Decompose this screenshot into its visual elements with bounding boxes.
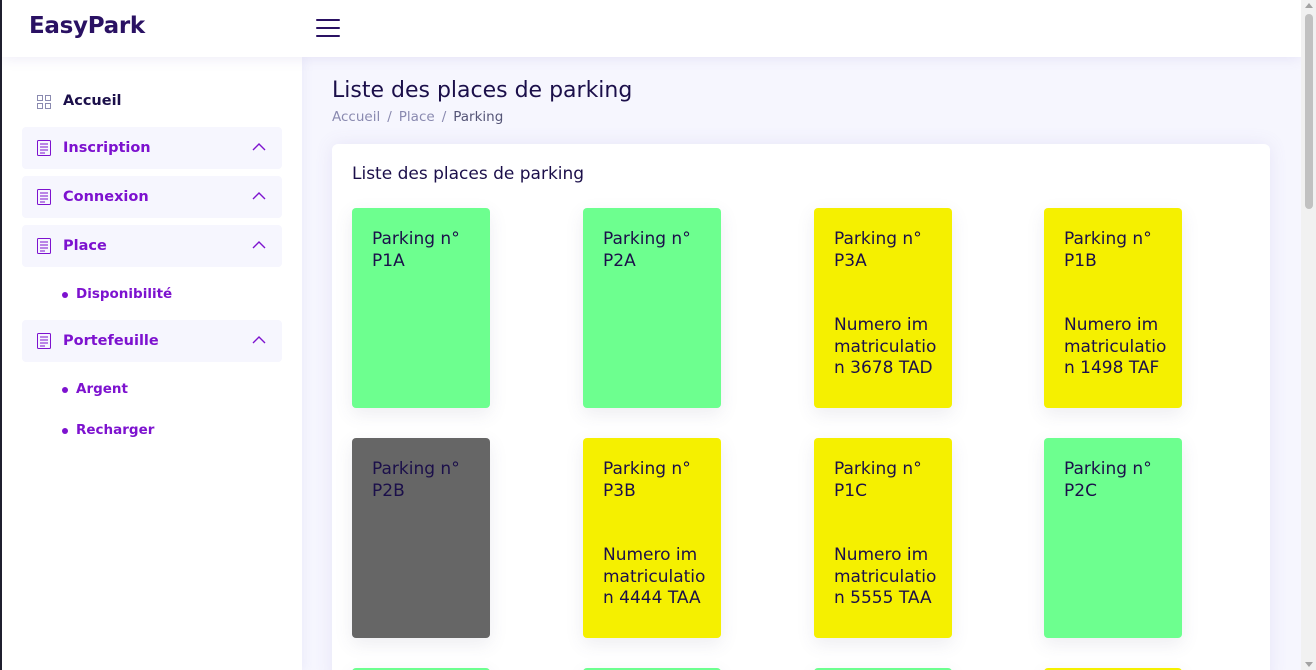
sidebar: Accueil Inscription Connexion Place Disp… <box>2 57 302 670</box>
parking-spot-name: Parking n° P1C <box>834 459 922 501</box>
sidebar-item-label: Portefeuille <box>63 333 159 349</box>
parking-spot-card[interactable]: Parking n° P2B <box>352 438 490 638</box>
sidebar-item-label: Accueil <box>63 93 122 109</box>
breadcrumb-current: Parking <box>453 109 504 125</box>
parking-spot-name: Parking n° P2B <box>372 459 460 501</box>
chevron-up-icon <box>252 241 266 249</box>
parking-spot-card[interactable]: Parking n° P1B Numero immatriculation 14… <box>1044 208 1182 408</box>
parking-spot-name: Parking n° P3B <box>603 459 691 501</box>
breadcrumb: Accueil / Place / Parking <box>332 109 503 125</box>
breadcrumb-separator: / <box>387 109 392 125</box>
parking-spot-plate: Numero immatriculation 1498 TAF <box>1064 315 1167 378</box>
sidebar-subitem-label: Recharger <box>76 422 155 438</box>
menu-bar <box>316 35 340 37</box>
parking-spot-card[interactable]: Parking n° P3A Numero immatriculation 36… <box>814 208 952 408</box>
menu-toggle-icon[interactable] <box>316 17 340 38</box>
scroll-thumb[interactable] <box>1305 14 1313 209</box>
breadcrumb-separator: / <box>441 109 447 125</box>
page-title: Liste des places de parking <box>332 78 633 103</box>
document-icon <box>37 238 51 254</box>
brand-logo[interactable]: EasyPark <box>29 13 145 39</box>
parking-spot-plate: Numero immatriculation 3678 TAD <box>834 315 937 378</box>
window-edge <box>0 0 2 670</box>
parking-spot-name: Parking n° P1B <box>1064 229 1152 271</box>
parking-spot-name: Parking n° P2C <box>1064 459 1152 501</box>
sidebar-item-label: Inscription <box>63 140 151 156</box>
chevron-up-icon <box>252 192 266 200</box>
page-scrollbar[interactable] <box>1301 0 1316 670</box>
sidebar-item-accueil[interactable]: Accueil <box>22 80 282 122</box>
bullet-dot-icon <box>62 428 68 434</box>
bullet-dot-icon <box>62 292 68 298</box>
parking-spot-name: Parking n° P2A <box>603 229 691 271</box>
chevron-up-icon <box>252 336 266 344</box>
menu-bar <box>316 27 340 29</box>
sidebar-item-inscription[interactable]: Inscription <box>22 127 282 169</box>
document-icon <box>37 333 51 349</box>
sidebar-item-place[interactable]: Place <box>22 225 282 267</box>
parking-spot-plate: Numero immatriculation 4444 TAA <box>603 545 706 608</box>
sidebar-subitem-label: Disponibilité <box>76 286 173 302</box>
parking-spot-card[interactable]: Parking n° P2C <box>1044 438 1182 638</box>
menu-bar <box>316 19 340 21</box>
scroll-up-icon[interactable] <box>1305 3 1313 8</box>
parking-spot-card[interactable]: Parking n° P1C Numero immatriculation 55… <box>814 438 952 638</box>
sidebar-item-portefeuille[interactable]: Portefeuille <box>22 320 282 362</box>
parking-spot-card[interactable]: Parking n° P2A <box>583 208 721 408</box>
sidebar-item-label: Place <box>63 238 107 254</box>
parking-spot-card[interactable]: Parking n° P3B Numero immatriculation 44… <box>583 438 721 638</box>
sidebar-subitem-label: Argent <box>76 381 128 397</box>
breadcrumb-accueil[interactable]: Accueil <box>332 109 380 125</box>
parking-spot-plate: Numero immatriculation 5555 TAA <box>834 545 937 608</box>
parking-spot-card[interactable]: Parking n° P1A <box>352 208 490 408</box>
card-title: Liste des places de parking <box>352 164 585 184</box>
chevron-up-icon <box>252 143 266 151</box>
parking-spot-name: Parking n° P1A <box>372 229 460 271</box>
top-header: EasyPark <box>2 0 1301 57</box>
parking-list-card: Liste des places de parking Parking n° P… <box>332 144 1270 670</box>
parking-spot-name: Parking n° P3A <box>834 229 922 271</box>
grid-icon <box>37 95 51 109</box>
sidebar-item-label: Connexion <box>63 189 149 205</box>
bullet-dot-icon <box>62 387 68 393</box>
breadcrumb-place[interactable]: Place <box>399 109 435 125</box>
scroll-down-icon[interactable] <box>1305 662 1313 667</box>
sidebar-item-connexion[interactable]: Connexion <box>22 176 282 218</box>
document-icon <box>37 189 51 205</box>
document-icon <box>37 140 51 156</box>
